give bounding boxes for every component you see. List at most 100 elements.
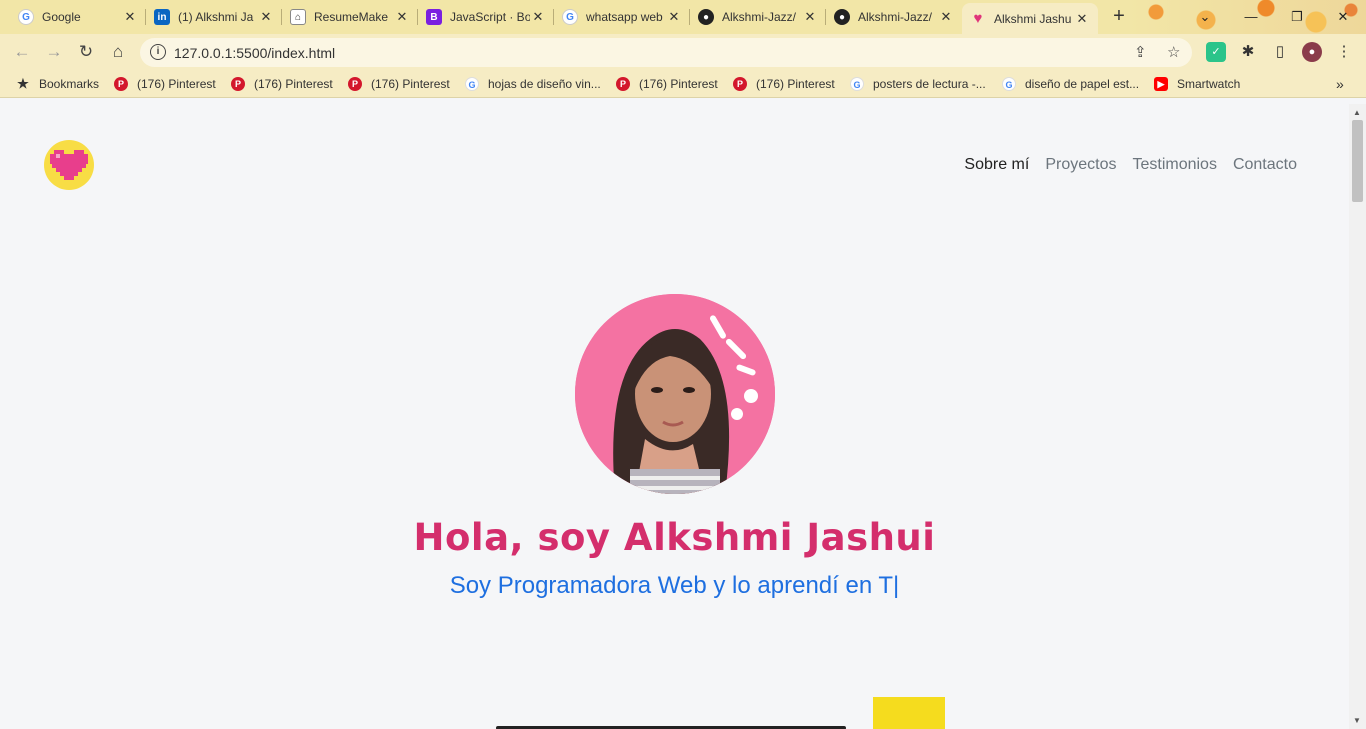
bookmark-item[interactable]: P (176) Pinterest (733, 76, 835, 92)
menu-icon[interactable]: ⋮ (1334, 42, 1354, 62)
close-icon[interactable]: ✕ (1074, 11, 1090, 27)
bookmark-label: (176) Pinterest (254, 77, 333, 91)
tab-javascript[interactable]: B JavaScript · Bo ✕ (418, 3, 554, 31)
address-url[interactable]: 127.0.0.1:5500/index.html (174, 45, 335, 61)
pinterest-icon: P (348, 77, 362, 91)
pinterest-icon: P (231, 77, 245, 91)
nav-contacto[interactable]: Contacto (1233, 156, 1297, 174)
heart-icon: ♥ (973, 10, 983, 27)
site-info-icon[interactable]: i (150, 44, 166, 60)
tab-alkshmi-active[interactable]: ♥ Alkshmi Jashu ✕ (962, 3, 1098, 34)
bookmark-item[interactable]: G diseño de papel est... (1002, 76, 1139, 92)
reload-icon[interactable]: ↻ (74, 40, 98, 64)
nav-testimonios[interactable]: Testimonios (1132, 156, 1216, 174)
bookmark-label: (176) Pinterest (137, 77, 216, 91)
pinterest-icon: P (114, 77, 128, 91)
tab-github-1[interactable]: ● Alkshmi-Jazz/ ✕ (690, 3, 826, 31)
bookmark-item[interactable]: P (176) Pinterest (114, 76, 216, 92)
extension-icon[interactable]: ✓ (1206, 42, 1226, 62)
tab-strip: G Google ✕ in (1) Alkshmi Ja ✕ ⌂ ResumeM… (0, 0, 1366, 34)
linkedin-icon: in (154, 9, 170, 25)
bookmark-item[interactable]: G hojas de diseño vin... (465, 76, 601, 92)
decorative-block (873, 697, 945, 729)
bookmarks-bar: ★ Bookmarks P (176) Pinterest P (176) Pi… (0, 70, 1366, 98)
window-close-icon[interactable]: ✕ (1332, 6, 1354, 28)
bookmark-item[interactable]: P (176) Pinterest (616, 76, 718, 92)
tab-google[interactable]: G Google ✕ (10, 3, 146, 31)
bookmark-item[interactable]: ▶ Smartwatch (1154, 76, 1240, 92)
nav-sobre-mi[interactable]: Sobre mí (964, 156, 1029, 174)
new-tab-button[interactable]: + (1108, 6, 1130, 28)
tab-title: Alkshmi-Jazz/ (858, 10, 933, 24)
hero-subtitle-typewriter: Soy Programadora Web y lo aprendí en T| (449, 572, 900, 599)
tab-title: whatsapp web (586, 10, 663, 24)
bookmark-label: (176) Pinterest (371, 77, 450, 91)
close-icon[interactable]: ✕ (122, 9, 138, 25)
scroll-down-icon[interactable]: ▼ (1353, 716, 1361, 725)
tab-title: ResumeMake (314, 10, 389, 24)
bookmark-label: (176) Pinterest (756, 77, 835, 91)
minimize-icon[interactable]: — (1240, 6, 1262, 28)
resume-icon: ⌂ (290, 9, 306, 25)
pixel-heart-icon (50, 150, 88, 180)
tab-title: Google (42, 10, 81, 24)
github-icon: ● (698, 9, 714, 25)
side-panel-icon[interactable]: ▯ (1270, 42, 1290, 62)
pinterest-icon: P (733, 77, 747, 91)
close-icon[interactable]: ✕ (258, 9, 274, 25)
bootstrap-icon: B (426, 9, 442, 25)
bookmark-star-icon[interactable]: ☆ (1167, 43, 1180, 61)
profile-photo (575, 294, 775, 494)
bookmark-label: (176) Pinterest (639, 77, 718, 91)
hero-title: Hola, soy Alkshmi Jashui (413, 516, 936, 559)
share-icon[interactable]: ⇪ (1134, 43, 1147, 61)
close-icon[interactable]: ✕ (802, 9, 818, 25)
site-nav: Sobre mí Proyectos Testimonios Contacto (964, 156, 1297, 174)
tab-whatsapp[interactable]: G whatsapp web ✕ (554, 3, 690, 31)
google-icon: G (465, 77, 479, 91)
puzzle-icon[interactable]: ✱ (1238, 42, 1258, 62)
site-logo[interactable] (44, 140, 94, 190)
bookmarks-overflow-icon[interactable]: » (1336, 76, 1344, 92)
bookmark-label: Bookmarks (39, 77, 100, 91)
close-icon[interactable]: ✕ (530, 9, 546, 25)
home-icon[interactable]: ⌂ (106, 40, 130, 64)
tab-github-2[interactable]: ● Alkshmi-Jazz/ ✕ (826, 3, 962, 31)
web-page: Sobre mí Proyectos Testimonios Contacto … (0, 104, 1349, 729)
restore-icon[interactable]: ❐ (1286, 6, 1308, 28)
google-icon: G (1002, 77, 1016, 91)
back-icon[interactable]: ← (10, 40, 34, 64)
tab-title: JavaScript · Bo (450, 10, 530, 24)
close-icon[interactable]: ✕ (938, 9, 954, 25)
address-bar[interactable]: i 127.0.0.1:5500/index.html ⇪ ☆ (140, 38, 1192, 67)
tab-title: Alkshmi-Jazz/ (722, 10, 797, 24)
nav-proyectos[interactable]: Proyectos (1045, 156, 1116, 174)
google-icon: G (850, 77, 864, 91)
bookmark-item[interactable]: G posters de lectura -... (850, 76, 986, 92)
tab-search-icon[interactable]: ⌄ (1194, 6, 1216, 28)
browser-toolbar: ← → ↻ ⌂ i 127.0.0.1:5500/index.html ⇪ ☆ … (0, 34, 1366, 70)
pinterest-icon: P (616, 77, 630, 91)
bookmark-item[interactable]: P (176) Pinterest (348, 76, 450, 92)
page-scrollbar[interactable]: ▲ ▼ (1349, 104, 1366, 729)
close-icon[interactable]: ✕ (394, 9, 410, 25)
tab-linkedin[interactable]: in (1) Alkshmi Ja ✕ (146, 3, 282, 31)
google-icon: G (562, 9, 578, 25)
tab-title: Alkshmi Jashu (994, 11, 1072, 26)
close-icon[interactable]: ✕ (666, 9, 682, 25)
bookmark-label: Smartwatch (1177, 77, 1241, 91)
github-icon: ● (834, 9, 850, 25)
profile-avatar[interactable]: ● (1302, 42, 1322, 62)
forward-icon[interactable]: → (42, 40, 66, 64)
scrollbar-thumb[interactable] (1352, 120, 1363, 202)
bookmark-label: posters de lectura -... (873, 77, 986, 91)
scroll-up-icon[interactable]: ▲ (1353, 108, 1361, 117)
youtube-icon: ▶ (1154, 77, 1168, 91)
tab-resumemaker[interactable]: ⌂ ResumeMake ✕ (282, 3, 418, 31)
tab-title: (1) Alkshmi Ja (178, 10, 254, 24)
bookmark-label: hojas de diseño vin... (488, 77, 601, 91)
star-icon: ★ (17, 76, 29, 91)
bookmark-item[interactable]: ★ Bookmarks (16, 76, 99, 92)
bookmark-item[interactable]: P (176) Pinterest (231, 76, 333, 92)
bookmark-label: diseño de papel est... (1025, 77, 1140, 91)
